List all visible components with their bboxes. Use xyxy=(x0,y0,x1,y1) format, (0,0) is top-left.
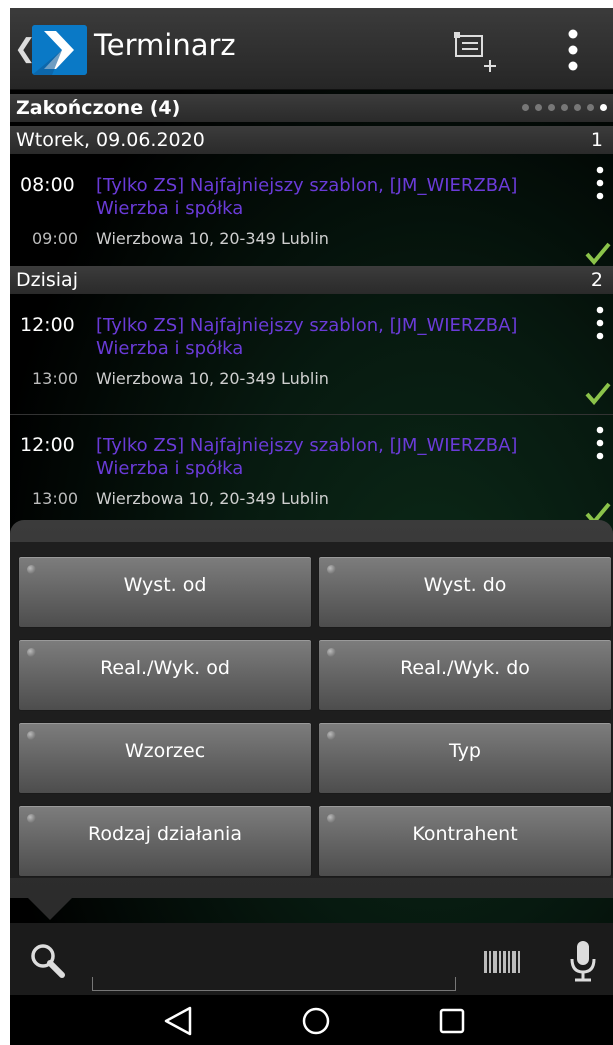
system-nav-bar xyxy=(10,995,613,1045)
add-event-icon[interactable] xyxy=(450,28,504,74)
pager-dot xyxy=(561,104,568,111)
filter-button-label: Typ xyxy=(449,740,481,762)
pager-dot xyxy=(587,104,594,111)
event-more-icon[interactable] xyxy=(596,306,604,340)
panel-pointer xyxy=(28,898,72,920)
event-more-icon[interactable] xyxy=(596,166,604,200)
section-completed-label: Zakończone (4) xyxy=(16,97,181,119)
event-address: Wierzbowa 10, 20-349 Lublin xyxy=(96,369,329,388)
app-title: Terminarz xyxy=(94,28,236,62)
search-underline xyxy=(92,977,456,991)
event-item[interactable]: 08:00 [Tylko ZS] Najfajniejszy szablon, … xyxy=(10,156,613,266)
filter-button-label: Kontrahent xyxy=(412,823,518,845)
home-circle-icon[interactable] xyxy=(298,1005,334,1037)
more-vert-icon[interactable] xyxy=(560,26,586,74)
search-icon[interactable] xyxy=(28,941,68,981)
filter-button-label: Rodzaj działania xyxy=(88,823,242,845)
event-start-time: 08:00 xyxy=(20,174,75,196)
pager-dot xyxy=(574,104,581,111)
filter-activity-type-button[interactable]: Rodzaj działania xyxy=(18,805,312,877)
back-triangle-icon[interactable] xyxy=(160,1005,196,1037)
event-address: Wierzbowa 10, 20-349 Lublin xyxy=(96,229,329,248)
barcode-icon[interactable] xyxy=(483,947,521,977)
filter-indicator-icon xyxy=(27,648,36,657)
pager-dot xyxy=(535,104,542,111)
section-day-label: Wtorek, 09.06.2020 xyxy=(16,129,205,151)
search-bar xyxy=(10,923,613,995)
event-title: [Tylko ZS] Najfajniejszy szablon, [JM_WI… xyxy=(96,435,518,479)
filter-indicator-icon xyxy=(327,648,336,657)
microphone-icon[interactable] xyxy=(568,939,598,983)
pager-dot xyxy=(522,104,529,111)
event-title: [Tylko ZS] Najfajniejszy szablon, [JM_WI… xyxy=(96,315,518,359)
section-day-header: Wtorek, 09.06.2020 1 xyxy=(10,126,613,154)
filter-template-button[interactable]: Wzorzec xyxy=(18,722,312,794)
filter-realized-to-button[interactable]: Real./Wyk. do xyxy=(318,639,612,711)
event-address: Wierzbowa 10, 20-349 Lublin xyxy=(96,489,329,508)
filter-button-label: Real./Wyk. od xyxy=(100,657,230,679)
filter-panel: Wyst. od Wyst. do Real./Wyk. od Real./Wy… xyxy=(10,520,613,898)
filter-indicator-icon xyxy=(327,565,336,574)
event-more-icon[interactable] xyxy=(596,426,604,460)
event-start-time: 12:00 xyxy=(20,314,75,336)
filter-button-label: Wyst. do xyxy=(423,574,507,596)
filter-contractor-button[interactable]: Kontrahent xyxy=(318,805,612,877)
search-input[interactable] xyxy=(96,951,452,977)
event-end-time: 13:00 xyxy=(32,369,79,388)
event-item[interactable]: 12:00 [Tylko ZS] Najfajniejszy szablon, … xyxy=(10,416,613,526)
filter-issued-to-button[interactable]: Wyst. do xyxy=(318,556,612,628)
event-end-time: 09:00 xyxy=(32,229,79,248)
section-completed[interactable]: Zakończone (4) xyxy=(10,94,613,122)
filter-button-label: Wyst. od xyxy=(123,574,207,596)
pager-dot-active xyxy=(600,104,607,111)
pager-dot xyxy=(548,104,555,111)
completed-check-icon xyxy=(585,382,611,405)
section-today-count: 2 xyxy=(590,269,603,291)
event-title: [Tylko ZS] Najfajniejszy szablon, [JM_WI… xyxy=(96,175,518,219)
section-day-count: 1 xyxy=(590,129,603,151)
filter-indicator-icon xyxy=(27,731,36,740)
section-today-label: Dzisiaj xyxy=(16,269,78,291)
screen: ❮ Terminarz Zakończone (4) Wtorek, 09.06… xyxy=(10,8,613,1045)
recents-square-icon[interactable] xyxy=(434,1005,470,1037)
filter-issued-from-button[interactable]: Wyst. od xyxy=(18,556,312,628)
event-end-time: 13:00 xyxy=(32,489,79,508)
pager-dots xyxy=(522,104,607,111)
filter-grid: Wyst. od Wyst. do Real./Wyk. od Real./Wy… xyxy=(10,542,613,878)
filter-indicator-icon xyxy=(27,565,36,574)
filter-realized-from-button[interactable]: Real./Wyk. od xyxy=(18,639,312,711)
app-bar: ❮ Terminarz xyxy=(10,8,613,90)
section-today-header: Dzisiaj 2 xyxy=(10,266,613,294)
event-divider xyxy=(10,414,613,415)
filter-type-button[interactable]: Typ xyxy=(318,722,612,794)
filter-button-label: Real./Wyk. do xyxy=(400,657,530,679)
filter-button-label: Wzorzec xyxy=(124,740,206,762)
event-item[interactable]: 12:00 [Tylko ZS] Najfajniejszy szablon, … xyxy=(10,296,613,406)
filter-indicator-icon xyxy=(27,814,36,823)
filter-indicator-icon xyxy=(327,814,336,823)
app-logo[interactable] xyxy=(32,25,87,75)
event-start-time: 12:00 xyxy=(20,434,75,456)
completed-check-icon xyxy=(585,242,611,265)
filter-indicator-icon xyxy=(327,731,336,740)
